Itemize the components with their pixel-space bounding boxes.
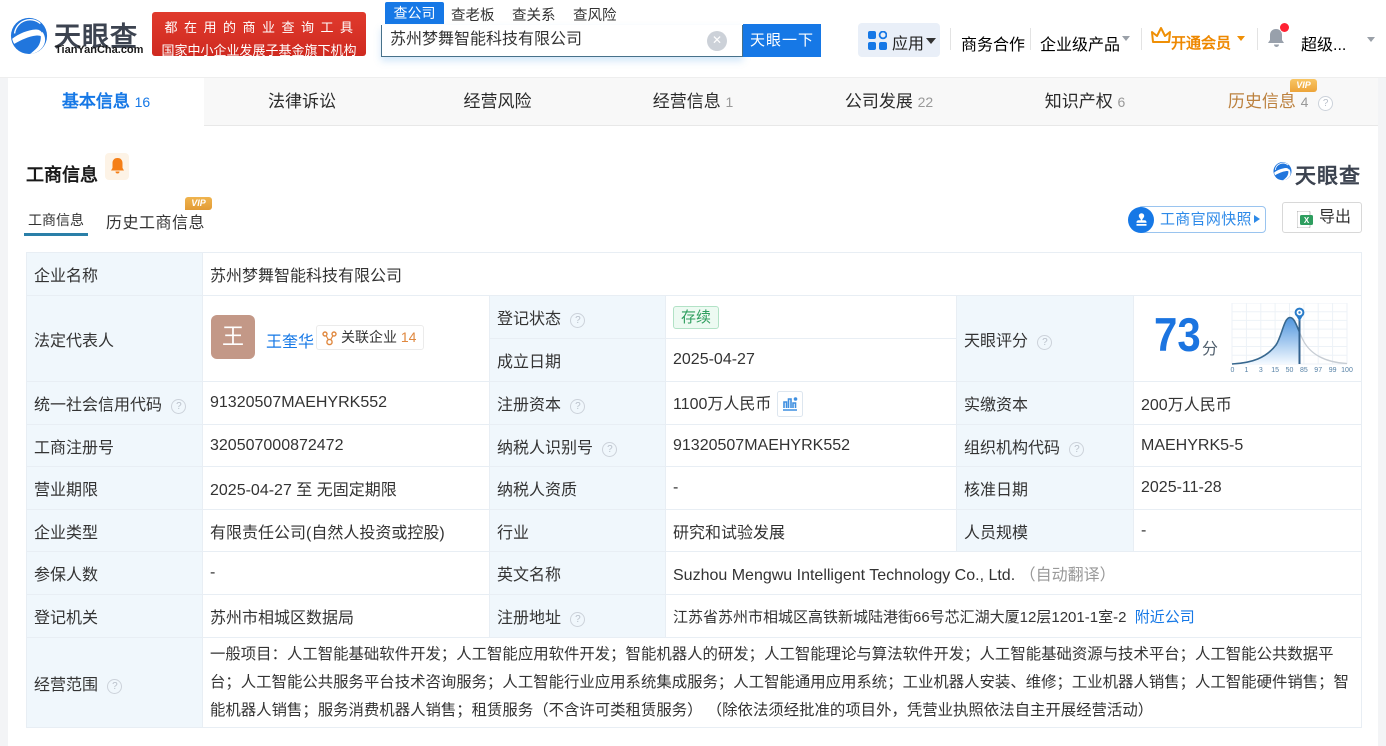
svg-text:X: X: [1304, 216, 1310, 225]
svg-text:99: 99: [1329, 367, 1337, 373]
svg-text:0: 0: [1231, 367, 1235, 373]
svg-text:3: 3: [1259, 367, 1263, 373]
svg-text:100: 100: [1341, 367, 1353, 373]
svg-text:85: 85: [1300, 367, 1308, 373]
svg-text:50: 50: [1286, 367, 1294, 373]
svg-text:1: 1: [1244, 367, 1248, 373]
svg-text:97: 97: [1314, 367, 1322, 373]
svg-text:15: 15: [1271, 367, 1279, 373]
